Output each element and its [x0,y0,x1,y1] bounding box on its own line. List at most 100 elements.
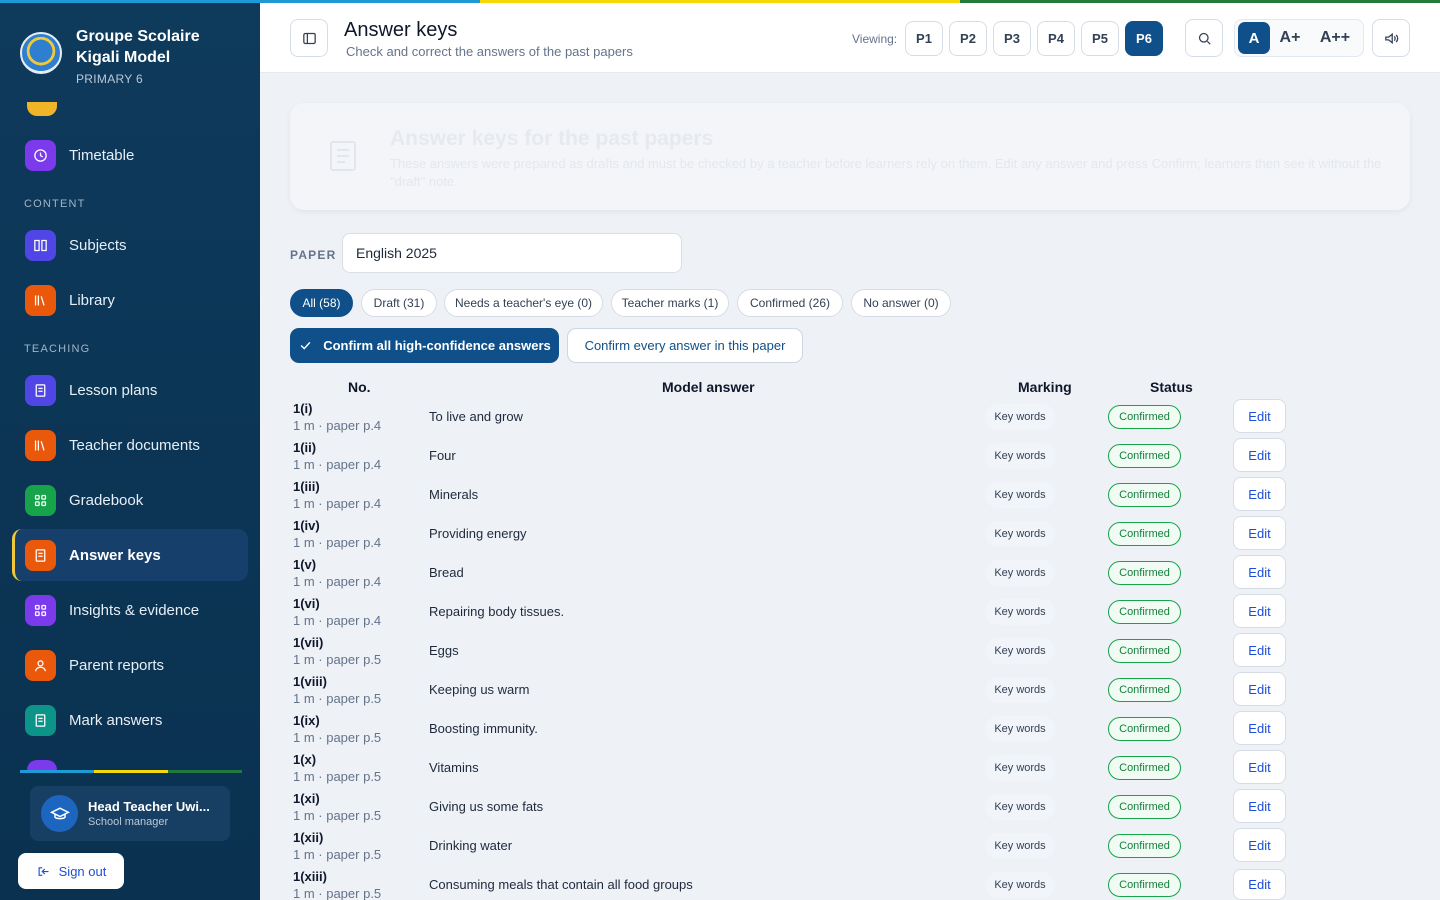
question-meta: 1 m · paper p.5 [293,730,382,745]
sidebar-item-parent-reports[interactable]: Parent reports [12,639,248,691]
library-icon [25,284,56,316]
marking-badge: Key words [985,443,1055,469]
font-size-xlarge[interactable]: A++ [1310,29,1360,47]
paper-label: PAPER [290,248,337,262]
filter-chip-draft[interactable]: Draft (31) [361,289,437,317]
question-meta: 1 m · paper p.5 [293,769,382,784]
question-number: 1(iii) [293,479,320,494]
edit-button[interactable]: Edit [1233,555,1286,589]
column-header-marking: Marking [1018,379,1072,395]
font-size-normal[interactable]: A [1238,22,1270,54]
font-size-switcher: A A+ A++ [1234,19,1364,57]
edit-button[interactable]: Edit [1233,633,1286,667]
table-row: 1(v) 1 m · paper p.4 Bread Key words Con… [290,555,1410,596]
model-answer: Giving us some fats [429,799,544,814]
section-label-teaching: TEACHING [24,343,91,355]
model-answer: Consuming meals that contain all food gr… [429,877,693,892]
flag-stripe [0,0,1440,3]
filter-chip-all[interactable]: All (58) [290,289,353,317]
status-badge: Confirmed [1108,444,1181,468]
status-badge: Confirmed [1108,873,1181,897]
question-number: 1(viii) [293,674,327,689]
document-icon [25,539,56,571]
sidebar-item-answer-keys[interactable]: Answer keys [12,529,248,581]
filter-chip-needs-eye[interactable]: Needs a teacher's eye (0) [444,289,603,317]
filter-chip-confirmed[interactable]: Confirmed (26) [737,289,843,317]
sign-out-button[interactable]: Sign out [18,853,124,889]
sidebar-toggle-icon [302,32,316,44]
table-row: 1(xiii) 1 m · paper p.5 Consuming meals … [290,869,1410,900]
edit-button[interactable]: Edit [1233,828,1286,862]
marking-badge: Key words [985,755,1055,781]
edit-button[interactable]: Edit [1233,477,1286,511]
sidebar-item-subjects[interactable]: Subjects [12,219,248,271]
paper-select[interactable]: English 2025 [342,233,682,273]
sidebar-item-label: Insights & evidence [69,601,200,619]
edit-button[interactable]: Edit [1233,438,1286,472]
level-button-p2[interactable]: P2 [949,21,987,56]
marking-badge: Key words [985,638,1055,664]
sidebar-item-label: Lesson plans [69,381,158,399]
level-button-p5[interactable]: P5 [1081,21,1119,56]
table-row: 1(ix) 1 m · paper p.5 Boosting immunity.… [290,711,1410,752]
table-row: 1(vii) 1 m · paper p.5 Eggs Key words Co… [290,633,1410,674]
level-button-p4[interactable]: P4 [1037,21,1075,56]
question-number: 1(ii) [293,440,317,455]
user-card[interactable]: Head Teacher Uwi... School manager [30,786,230,841]
table-row: 1(viii) 1 m · paper p.5 Keeping us warm … [290,672,1410,713]
column-header-model-answer: Model answer [662,379,755,395]
confirm-all-button[interactable]: Confirm every answer in this paper [567,328,803,363]
sidebar-item-lesson-plans[interactable]: Lesson plans [12,364,248,416]
status-badge: Confirmed [1108,756,1181,780]
question-meta: 1 m · paper p.5 [293,652,382,667]
confirm-high-confidence-button[interactable]: Confirm all high-confidence answers [290,328,559,363]
table-row: 1(iii) 1 m · paper p.4 Minerals Key word… [290,477,1410,518]
user-role: School manager [88,816,169,828]
status-badge: Confirmed [1108,561,1181,585]
search-button[interactable] [1185,19,1223,57]
edit-button[interactable]: Edit [1233,711,1286,745]
model-answer: Eggs [429,643,459,658]
question-number: 1(i) [293,401,313,416]
question-number: 1(xi) [293,791,320,806]
sidebar-item-mark-answers[interactable]: Mark answers [12,694,248,746]
sidebar-item-library[interactable]: Library [12,274,248,326]
search-icon [1198,32,1211,45]
filter-chip-teacher-marks[interactable]: Teacher marks (1) [611,289,729,317]
sidebar-item-gradebook[interactable]: Gradebook [12,474,248,526]
sidebar-item-teacher-documents[interactable]: Teacher documents [12,419,248,471]
marking-badge: Key words [985,677,1055,703]
check-icon [300,341,311,350]
question-meta: 1 m · paper p.4 [293,418,382,433]
level-button-p3[interactable]: P3 [993,21,1031,56]
read-aloud-button[interactable] [1372,19,1410,57]
edit-button[interactable]: Edit [1233,750,1286,784]
toggle-sidebar-button[interactable] [290,19,328,57]
question-meta: 1 m · paper p.5 [293,808,382,823]
grid-icon [25,484,56,516]
page-subtitle: Check and correct the answers of the pas… [346,44,633,59]
filter-chip-no-answer[interactable]: No answer (0) [851,289,951,317]
level-button-p1[interactable]: P1 [905,21,943,56]
banner-title: Answer keys for the past papers [390,127,714,150]
edit-button[interactable]: Edit [1233,399,1286,433]
clock-icon [25,139,56,171]
edit-button[interactable]: Edit [1233,672,1286,706]
sidebar-item-label: Subjects [69,236,127,254]
edit-button[interactable]: Edit [1233,516,1286,550]
model-answer: Minerals [429,487,479,502]
sidebar-item-label: Teacher documents [69,436,200,454]
model-answer: Vitamins [429,760,479,775]
level-button-p6[interactable]: P6 [1125,21,1163,56]
edit-button[interactable]: Edit [1233,789,1286,823]
sidebar-item-timetable[interactable]: Timetable [12,129,248,181]
question-number: 1(xii) [293,830,324,845]
status-badge: Confirmed [1108,522,1181,546]
font-size-large[interactable]: A+ [1270,29,1310,47]
edit-button[interactable]: Edit [1233,869,1286,900]
sidebar-item-insights[interactable]: Insights & evidence [12,584,248,636]
status-badge: Confirmed [1108,483,1181,507]
edit-button[interactable]: Edit [1233,594,1286,628]
sidebar-item-label: Answer keys [69,546,161,564]
table-row: 1(i) 1 m · paper p.4 To live and grow Ke… [290,399,1410,440]
